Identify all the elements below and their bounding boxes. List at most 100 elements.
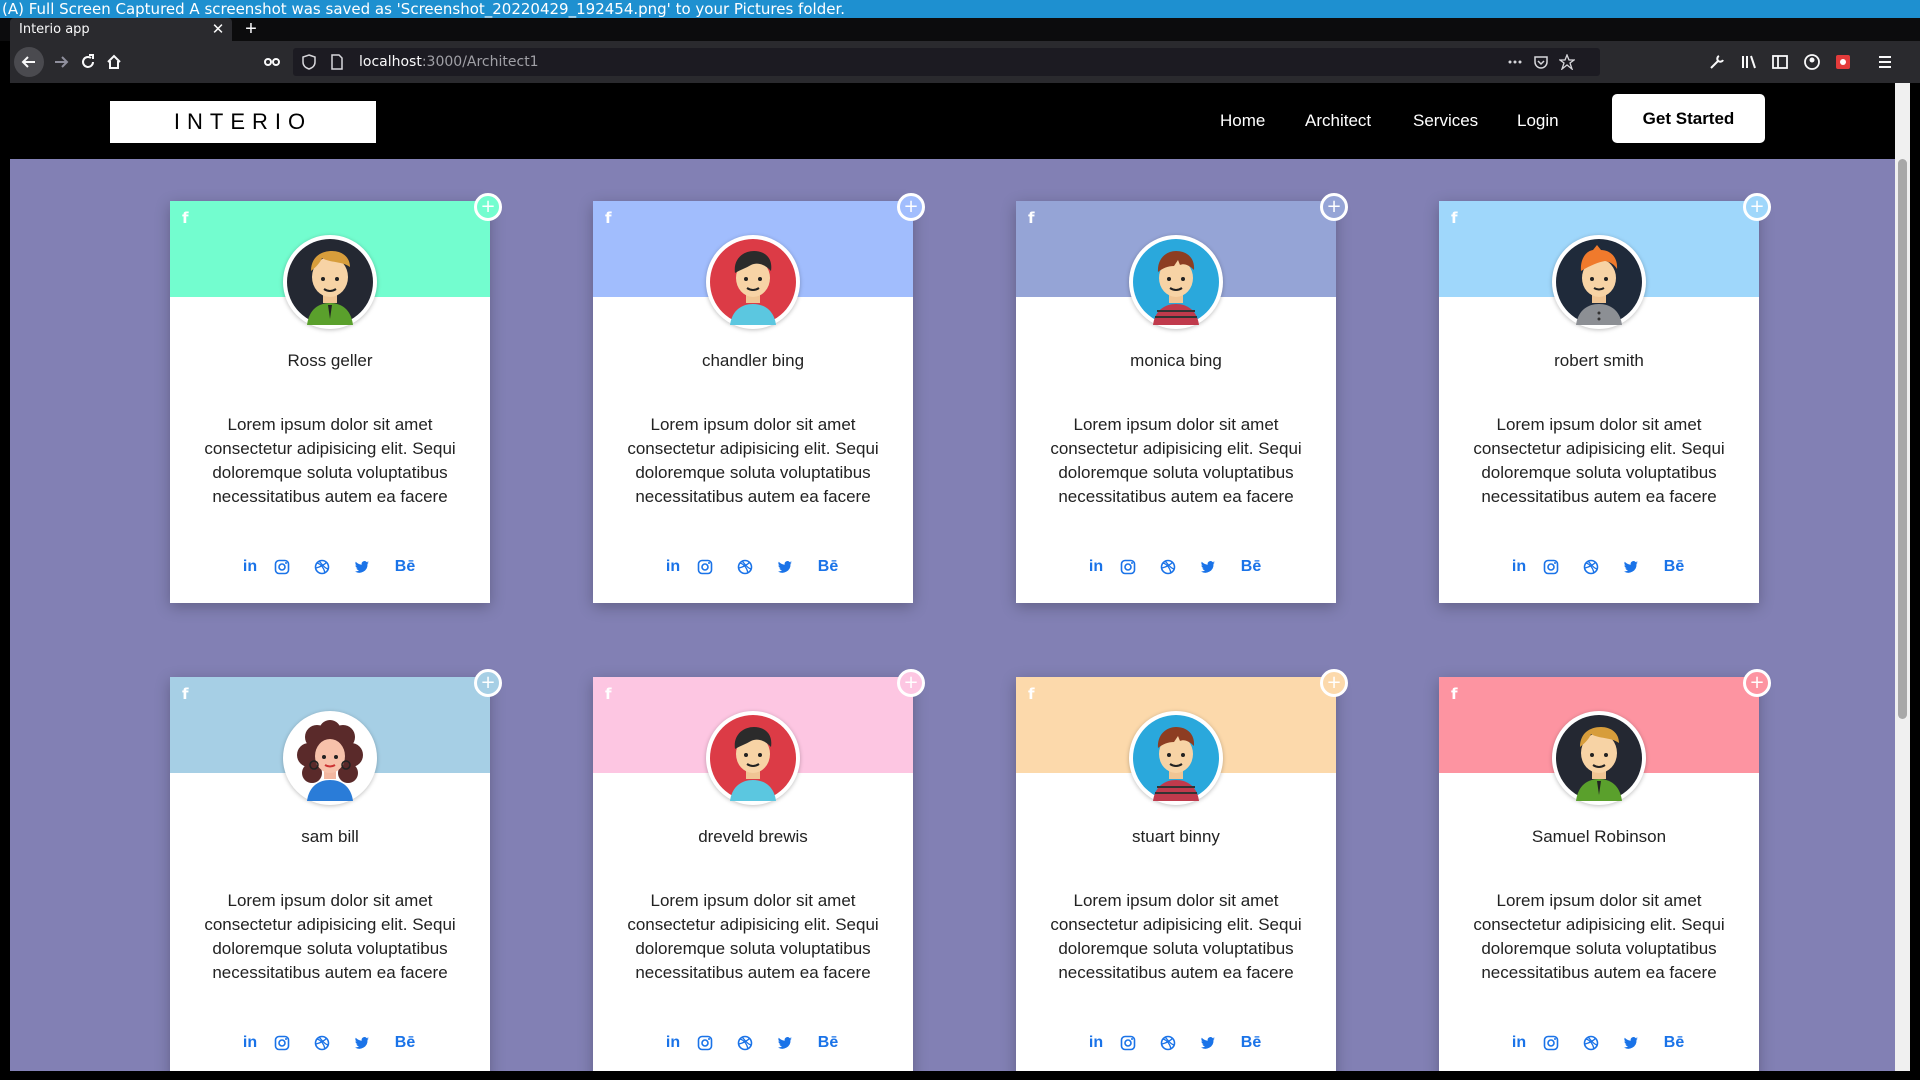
wrench-icon[interactable]: [1702, 47, 1732, 77]
linkedin-icon[interactable]: in: [1084, 556, 1108, 578]
linkedin-icon[interactable]: in: [661, 1032, 685, 1054]
architect-description: Lorem ipsum dolor sit amet consectetur a…: [204, 415, 456, 506]
tab-title: Interio app: [19, 22, 90, 37]
library-icon[interactable]: [1734, 47, 1764, 77]
add-icon[interactable]: +: [897, 669, 925, 697]
linkedin-icon[interactable]: in: [1507, 1032, 1531, 1054]
facebook-icon[interactable]: f: [1028, 685, 1035, 703]
add-icon[interactable]: +: [1320, 193, 1348, 221]
facebook-icon[interactable]: f: [1451, 685, 1458, 703]
tracking-protection-icon[interactable]: [257, 47, 287, 77]
add-icon[interactable]: +: [1743, 193, 1771, 221]
avatar: [283, 235, 377, 329]
facebook-icon[interactable]: f: [605, 209, 612, 227]
home-icon[interactable]: [99, 47, 129, 77]
dribbble-icon[interactable]: [733, 1032, 757, 1054]
bookmark-star-icon[interactable]: [1559, 54, 1575, 70]
account-icon[interactable]: [1797, 47, 1827, 77]
avatar: [706, 235, 800, 329]
facebook-icon[interactable]: f: [605, 685, 612, 703]
linkedin-icon[interactable]: in: [238, 556, 262, 578]
behance-icon[interactable]: Bē: [1236, 1032, 1266, 1054]
behance-icon[interactable]: Bē: [1659, 1032, 1689, 1054]
social-links: in Bē: [593, 1032, 913, 1054]
add-icon[interactable]: +: [1743, 669, 1771, 697]
shield-icon[interactable]: [301, 54, 317, 70]
instagram-icon[interactable]: [693, 556, 717, 578]
facebook-icon[interactable]: f: [182, 209, 189, 227]
architect-description: Lorem ipsum dolor sit amet consectetur a…: [1473, 415, 1725, 506]
twitter-icon[interactable]: [350, 1032, 374, 1054]
close-tab-icon[interactable]: ✕: [210, 18, 226, 41]
browser-tab[interactable]: Interio app ✕: [10, 18, 232, 41]
more-actions-icon[interactable]: [1507, 54, 1523, 70]
extension-icon[interactable]: [1828, 47, 1858, 77]
behance-icon[interactable]: Bē: [390, 1032, 420, 1054]
url-bar[interactable]: localhost:3000/Architect1: [293, 48, 1600, 76]
behance-icon[interactable]: Bē: [1236, 556, 1266, 578]
facebook-icon[interactable]: f: [182, 685, 189, 703]
new-tab-icon[interactable]: +: [240, 18, 262, 41]
nav-home[interactable]: Home: [1220, 83, 1265, 159]
twitter-icon[interactable]: [1619, 556, 1643, 578]
architect-card: f + robert smith Lorem ipsum dolor sit a…: [1439, 193, 1771, 603]
dribbble-icon[interactable]: [1156, 556, 1180, 578]
facebook-icon[interactable]: f: [1451, 209, 1458, 227]
nav-login[interactable]: Login: [1517, 83, 1559, 159]
architect-description: Lorem ipsum dolor sit amet consectetur a…: [627, 891, 879, 982]
architect-card: f + chandler bing Lorem ipsum dolor sit …: [593, 193, 925, 603]
dribbble-icon[interactable]: [733, 556, 757, 578]
facebook-icon[interactable]: f: [1028, 209, 1035, 227]
dribbble-icon[interactable]: [1156, 1032, 1180, 1054]
forward-icon[interactable]: [46, 47, 76, 77]
dribbble-icon[interactable]: [310, 1032, 334, 1054]
twitter-icon[interactable]: [773, 1032, 797, 1054]
behance-icon[interactable]: Bē: [813, 556, 843, 578]
page-scrollbar[interactable]: [1895, 83, 1910, 1071]
architect-card: f + sam bill Lorem ipsum dolor sit amet …: [170, 669, 502, 1071]
architect-name: dreveld brewis: [698, 827, 808, 846]
social-links: in Bē: [1016, 1032, 1336, 1054]
site-logo[interactable]: INTERIO DESIGN: [110, 101, 376, 176]
tab-strip: Interio app ✕ +: [0, 18, 1920, 41]
dribbble-icon[interactable]: [1579, 556, 1603, 578]
behance-icon[interactable]: Bē: [1659, 556, 1689, 578]
pocket-icon[interactable]: [1533, 54, 1549, 70]
instagram-icon[interactable]: [693, 1032, 717, 1054]
add-icon[interactable]: +: [474, 193, 502, 221]
architect-description: Lorem ipsum dolor sit amet consectetur a…: [1050, 891, 1302, 982]
scrollbar-thumb[interactable]: [1898, 159, 1907, 719]
twitter-icon[interactable]: [1619, 1032, 1643, 1054]
linkedin-icon[interactable]: in: [1507, 556, 1531, 578]
dribbble-icon[interactable]: [310, 556, 334, 578]
twitter-icon[interactable]: [773, 556, 797, 578]
behance-icon[interactable]: Bē: [813, 1032, 843, 1054]
twitter-icon[interactable]: [350, 556, 374, 578]
add-icon[interactable]: +: [474, 669, 502, 697]
page-icon: [331, 54, 343, 70]
linkedin-icon[interactable]: in: [661, 556, 685, 578]
hamburger-menu-icon[interactable]: [1870, 47, 1900, 77]
twitter-icon[interactable]: [1196, 556, 1220, 578]
get-started-button[interactable]: Get Started: [1612, 94, 1765, 143]
instagram-icon[interactable]: [1539, 556, 1563, 578]
instagram-icon[interactable]: [270, 1032, 294, 1054]
add-icon[interactable]: +: [1320, 669, 1348, 697]
social-links: in Bē: [1439, 556, 1759, 578]
sidebar-icon[interactable]: [1765, 47, 1795, 77]
add-icon[interactable]: +: [897, 193, 925, 221]
twitter-icon[interactable]: [1196, 1032, 1220, 1054]
instagram-icon[interactable]: [270, 556, 294, 578]
instagram-icon[interactable]: [1116, 556, 1140, 578]
back-icon[interactable]: [14, 47, 44, 77]
architect-grid: f + Ross geller Lorem ipsum dolor sit am…: [10, 159, 1895, 1071]
behance-icon[interactable]: Bē: [390, 556, 420, 578]
architect-card: f + dreveld brewis Lorem ipsum dolor sit…: [593, 669, 925, 1071]
instagram-icon[interactable]: [1539, 1032, 1563, 1054]
linkedin-icon[interactable]: in: [238, 1032, 262, 1054]
instagram-icon[interactable]: [1116, 1032, 1140, 1054]
nav-services[interactable]: Services: [1413, 83, 1478, 159]
dribbble-icon[interactable]: [1579, 1032, 1603, 1054]
linkedin-icon[interactable]: in: [1084, 1032, 1108, 1054]
nav-architect[interactable]: Architect: [1305, 83, 1371, 159]
